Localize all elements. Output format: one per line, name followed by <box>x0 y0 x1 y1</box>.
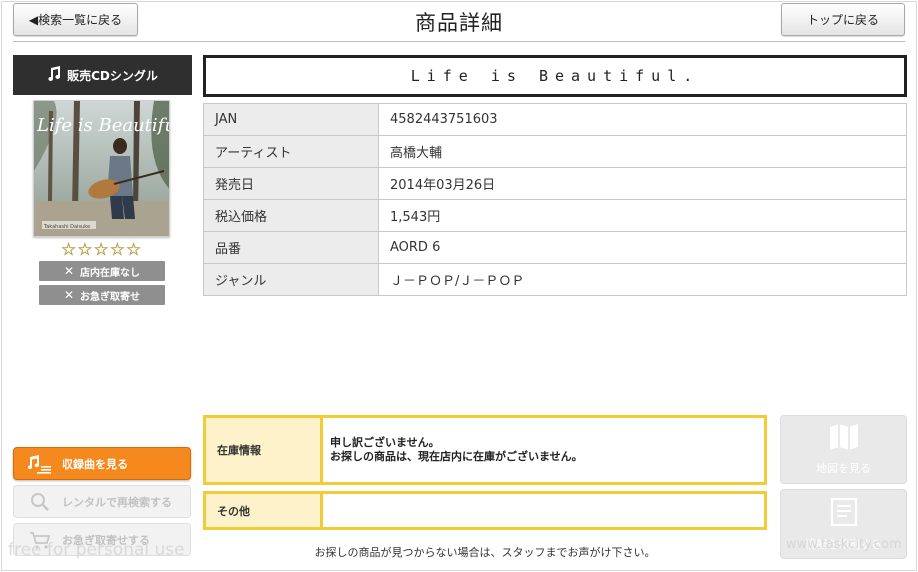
document-icon <box>829 497 859 530</box>
star-empty-icon: ☆ <box>109 240 125 260</box>
category-text: 販売CDシングル <box>67 68 158 83</box>
info-row: JAN 4582443751603 <box>203 103 907 136</box>
stock-info-value: 申し訳ございません。 お探しの商品は、現在店内に在庫がございません。 <box>323 418 764 482</box>
search-icon <box>28 492 52 512</box>
page-title: 商品詳細 <box>415 11 503 35</box>
in-store-stock-badge: ✕ 店内在庫なし <box>39 261 165 281</box>
view-map-label: 地図を見る <box>816 462 871 475</box>
info-value: 高橋大輔 <box>378 135 907 168</box>
rating-stars: ☆ ☆ ☆ ☆ ☆ <box>61 240 146 260</box>
map-icon <box>828 423 860 454</box>
view-map-button[interactable]: 地図を見る <box>780 415 907 484</box>
view-tracks-label: 収録曲を見る <box>62 457 128 471</box>
star-empty-icon: ☆ <box>126 240 142 260</box>
category-label: 販売CDシングル <box>13 55 192 95</box>
watermark-right: www.taskcity.com <box>786 537 902 552</box>
info-row: 発売日 2014年03月26日 <box>203 167 907 200</box>
info-key: 品番 <box>203 231 379 264</box>
rush-order-badge: ✕ お急ぎ取寄せ <box>39 285 165 305</box>
info-row: ジャンル Ｊ－ＰＯＰ/Ｊ－ＰＯＰ <box>203 263 907 296</box>
info-row: アーティスト 高橋大輔 <box>203 135 907 168</box>
album-cover-image: Life is Beautiful Takahashi Daisuke <box>33 100 170 237</box>
back-to-top-button[interactable]: トップに戻る <box>781 3 905 36</box>
other-info-value <box>323 494 764 527</box>
star-empty-icon: ☆ <box>77 240 93 260</box>
info-value: AORD 6 <box>378 231 907 264</box>
rental-search-label: レンタルで再検索する <box>62 495 172 509</box>
star-empty-icon: ☆ <box>93 240 109 260</box>
info-value: 4582443751603 <box>378 103 907 136</box>
cover-artist-text: Takahashi Daisuke <box>43 224 90 230</box>
other-info-key: その他 <box>206 494 323 527</box>
info-key: アーティスト <box>203 135 379 168</box>
product-info-table: JAN 4582443751603 アーティスト 高橋大輔 発売日 2014年03月26日… <box>203 103 907 296</box>
cross-icon: ✕ <box>63 288 75 302</box>
info-key: ジャンル <box>203 263 379 296</box>
stock-info-key: 在庫情報 <box>206 418 323 482</box>
back-to-results-button[interactable]: ◀検索一覧に戻る <box>13 3 138 36</box>
info-row: 品番 AORD 6 <box>203 231 907 264</box>
music-note-icon <box>47 66 61 84</box>
music-list-icon <box>28 454 52 474</box>
cross-icon: ✕ <box>63 264 75 278</box>
rental-search-button[interactable]: レンタルで再検索する <box>13 485 191 518</box>
info-key: 発売日 <box>203 167 379 200</box>
info-key: 税込価格 <box>203 199 379 232</box>
stock-info-panel: 在庫情報 申し訳ございません。 お探しの商品は、現在店内に在庫がございません。 <box>203 415 767 485</box>
cover-title-text: Life is Beautiful <box>36 115 170 136</box>
help-note: お探しの商品が見つからない場合は、スタッフまでお声がけ下さい。 <box>314 546 656 559</box>
star-empty-icon: ☆ <box>61 240 77 260</box>
info-value: Ｊ－ＰＯＰ/Ｊ－ＰＯＰ <box>378 263 907 296</box>
product-title: Life is Beautiful. <box>203 55 907 97</box>
order-status-label: お急ぎ取寄せ <box>80 291 141 303</box>
stock-status-label: 店内在庫なし <box>80 267 141 279</box>
watermark-left: free for personal use <box>8 540 185 560</box>
view-tracks-button[interactable]: 収録曲を見る <box>13 447 191 480</box>
info-value: 1,543円 <box>378 199 907 232</box>
stock-message-line1: 申し訳ございません。 <box>330 436 440 449</box>
stock-message-line2: お探しの商品は、現在店内に在庫がございません。 <box>330 450 583 463</box>
other-info-panel: その他 <box>203 491 767 530</box>
info-key: JAN <box>203 103 379 136</box>
info-row: 税込価格 1,543円 <box>203 199 907 232</box>
info-value: 2014年03月26日 <box>378 167 907 200</box>
header-divider <box>13 41 905 42</box>
